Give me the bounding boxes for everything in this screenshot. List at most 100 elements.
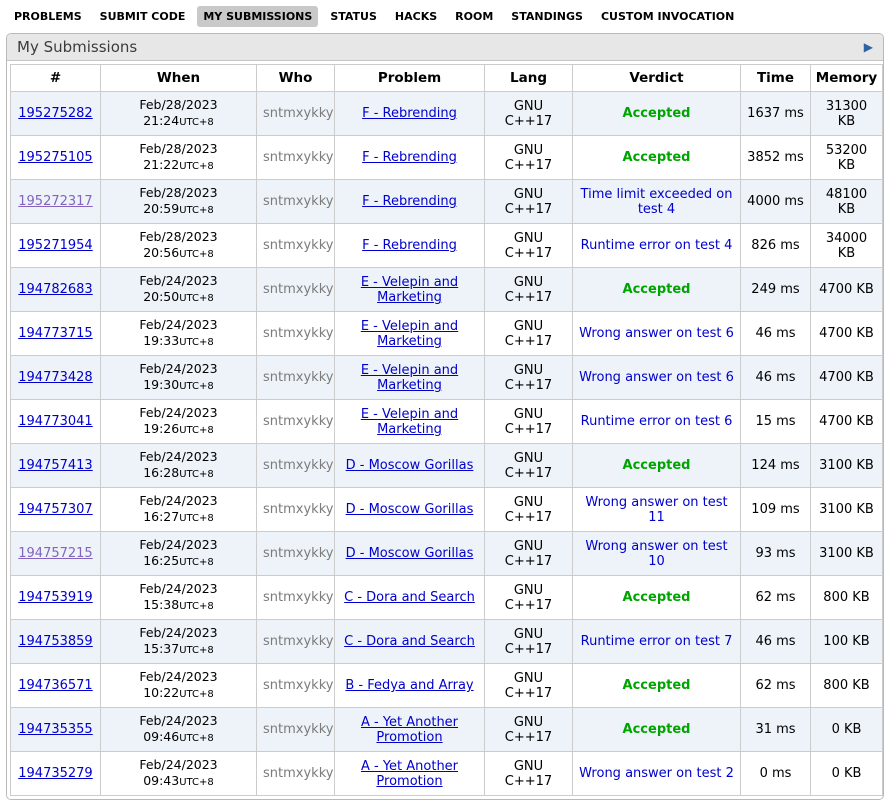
submission-row: 194757215Feb/24/202316:25UTC+8sntmxykkyD… <box>11 532 883 576</box>
submission-language: GNU C++17 <box>485 268 573 312</box>
problem-link[interactable]: E - Velepin and Marketing <box>361 363 458 393</box>
problem-link[interactable]: D - Moscow Gorillas <box>346 502 474 517</box>
submission-id-link[interactable]: 195275105 <box>18 150 92 165</box>
problem-link[interactable]: C - Dora and Search <box>344 634 475 649</box>
submission-row: 194773041Feb/24/202319:26UTC+8sntmxykkyE… <box>11 400 883 444</box>
submission-time: 20:56UTC+8 <box>107 245 250 262</box>
problem-link[interactable]: D - Moscow Gorillas <box>346 546 474 561</box>
problem-link[interactable]: A - Yet Another Promotion <box>361 715 458 745</box>
user-handle-link[interactable]: sntmxykky <box>263 414 333 429</box>
problem-link[interactable]: B - Fedya and Array <box>345 678 473 693</box>
submission-who-cell: sntmxykky <box>257 224 335 268</box>
user-handle-link[interactable]: sntmxykky <box>263 458 333 473</box>
submission-id-link[interactable]: 194735279 <box>18 766 92 781</box>
problem-link[interactable]: D - Moscow Gorillas <box>346 458 474 473</box>
submission-who-cell: sntmxykky <box>257 532 335 576</box>
submission-verdict-cell: Runtime error on test 7 <box>573 620 741 664</box>
submission-language: GNU C++17 <box>485 224 573 268</box>
submission-id-link[interactable]: 194757215 <box>18 546 92 561</box>
timezone-label: UTC+8 <box>179 205 214 216</box>
submission-id-link[interactable]: 194757307 <box>18 502 92 517</box>
submission-id-cell: 194773715 <box>11 312 101 356</box>
submission-id-cell: 194773041 <box>11 400 101 444</box>
problem-link[interactable]: C - Dora and Search <box>344 590 475 605</box>
submission-row: 195275105Feb/28/202321:22UTC+8sntmxykkyF… <box>11 136 883 180</box>
submission-time-used-cell: 124 ms <box>741 444 811 488</box>
nav-item-problems[interactable]: PROBLEMS <box>8 6 88 27</box>
submission-row: 195275282Feb/28/202321:24UTC+8sntmxykkyF… <box>11 92 883 136</box>
timezone-label: UTC+8 <box>179 777 214 788</box>
submission-verdict-cell: Accepted <box>573 576 741 620</box>
timezone-label: UTC+8 <box>179 293 214 304</box>
submission-id-link[interactable]: 194773715 <box>18 326 92 341</box>
nav-item-my-submissions[interactable]: MY SUBMISSIONS <box>197 6 318 27</box>
problem-link[interactable]: F - Rebrending <box>362 150 457 165</box>
user-handle-link[interactable]: sntmxykky <box>263 238 333 253</box>
nav-item-standings[interactable]: STANDINGS <box>505 6 589 27</box>
nav-item-submit-code[interactable]: SUBMIT CODE <box>94 6 192 27</box>
submission-id-link[interactable]: 194782683 <box>18 282 92 297</box>
verdict-label: Wrong answer on test 10 <box>585 539 727 569</box>
user-handle-link[interactable]: sntmxykky <box>263 326 333 341</box>
submission-who-cell: sntmxykky <box>257 664 335 708</box>
submission-id-link[interactable]: 194736571 <box>18 678 92 693</box>
submission-id-link[interactable]: 195271954 <box>18 238 92 253</box>
submission-id-link[interactable]: 195275282 <box>18 106 92 121</box>
nav-item-custom-invocation[interactable]: CUSTOM INVOCATION <box>595 6 740 27</box>
user-handle-link[interactable]: sntmxykky <box>263 634 333 649</box>
submission-memory-cell: 3100 KB <box>811 488 883 532</box>
verdict-label: Accepted <box>623 106 691 121</box>
submission-problem-cell: C - Dora and Search <box>335 576 485 620</box>
submission-date: Feb/24/2023 <box>107 493 250 509</box>
submission-id-link[interactable]: 194735355 <box>18 722 92 737</box>
submission-who-cell: sntmxykky <box>257 620 335 664</box>
submission-time: 09:46UTC+8 <box>107 729 250 746</box>
submission-id-link[interactable]: 195272317 <box>18 194 92 209</box>
user-handle-link[interactable]: sntmxykky <box>263 722 333 737</box>
submission-id-cell: 194782683 <box>11 268 101 312</box>
submission-id-cell: 195272317 <box>11 180 101 224</box>
timezone-label: UTC+8 <box>179 601 214 612</box>
submission-date: Feb/28/2023 <box>107 185 250 201</box>
submission-verdict-cell: Accepted <box>573 708 741 752</box>
problem-link[interactable]: E - Velepin and Marketing <box>361 319 458 349</box>
user-handle-link[interactable]: sntmxykky <box>263 150 333 165</box>
submission-who-cell: sntmxykky <box>257 356 335 400</box>
submission-id-cell: 195275282 <box>11 92 101 136</box>
problem-link[interactable]: F - Rebrending <box>362 194 457 209</box>
submission-memory-cell: 31300 KB <box>811 92 883 136</box>
submission-id-link[interactable]: 194773428 <box>18 370 92 385</box>
submission-id-link[interactable]: 194753859 <box>18 634 92 649</box>
problem-link[interactable]: F - Rebrending <box>362 238 457 253</box>
problem-link[interactable]: A - Yet Another Promotion <box>361 759 458 789</box>
submissions-panel: My Submissions ▶ #WhenWhoProblemLangVerd… <box>6 33 884 800</box>
user-handle-link[interactable]: sntmxykky <box>263 370 333 385</box>
user-handle-link[interactable]: sntmxykky <box>263 546 333 561</box>
submission-date: Feb/28/2023 <box>107 141 250 157</box>
verdict-label: Runtime error on test 7 <box>581 634 733 649</box>
user-handle-link[interactable]: sntmxykky <box>263 766 333 781</box>
submission-row: 194735355Feb/24/202309:46UTC+8sntmxykkyA… <box>11 708 883 752</box>
user-handle-link[interactable]: sntmxykky <box>263 106 333 121</box>
submission-time: 16:27UTC+8 <box>107 509 250 526</box>
submission-id-cell: 194735355 <box>11 708 101 752</box>
nav-item-hacks[interactable]: HACKS <box>389 6 443 27</box>
expand-arrow-icon[interactable]: ▶ <box>864 40 873 54</box>
nav-item-room[interactable]: ROOM <box>449 6 499 27</box>
submission-who-cell: sntmxykky <box>257 312 335 356</box>
user-handle-link[interactable]: sntmxykky <box>263 590 333 605</box>
problem-link[interactable]: E - Velepin and Marketing <box>361 275 458 305</box>
submission-id-link[interactable]: 194757413 <box>18 458 92 473</box>
submission-date: Feb/28/2023 <box>107 229 250 245</box>
submission-time-used-cell: 46 ms <box>741 620 811 664</box>
user-handle-link[interactable]: sntmxykky <box>263 502 333 517</box>
problem-link[interactable]: E - Velepin and Marketing <box>361 407 458 437</box>
user-handle-link[interactable]: sntmxykky <box>263 194 333 209</box>
user-handle-link[interactable]: sntmxykky <box>263 678 333 693</box>
submission-id-link[interactable]: 194773041 <box>18 414 92 429</box>
problem-link[interactable]: F - Rebrending <box>362 106 457 121</box>
submission-date: Feb/24/2023 <box>107 757 250 773</box>
user-handle-link[interactable]: sntmxykky <box>263 282 333 297</box>
nav-item-status[interactable]: STATUS <box>324 6 383 27</box>
submission-id-link[interactable]: 194753919 <box>18 590 92 605</box>
